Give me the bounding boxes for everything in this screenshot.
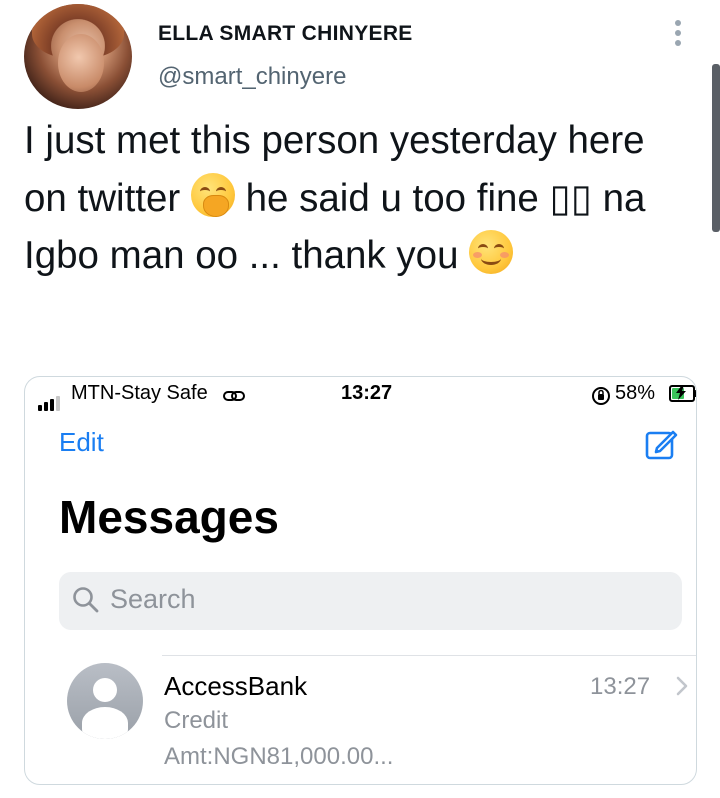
page-title: Messages	[59, 491, 279, 543]
more-options-icon[interactable]	[668, 20, 688, 50]
attached-screenshot[interactable]: MTN-Stay Safe 13:27 58% Edit Messages Se…	[24, 376, 697, 785]
message-time: 13:27	[590, 673, 651, 700]
edit-button[interactable]: Edit	[59, 427, 104, 458]
message-preview-line2: Amt:NGN81,000.00...	[164, 743, 394, 770]
avatar-face	[58, 34, 104, 92]
compose-icon[interactable]	[644, 427, 678, 461]
search-placeholder: Search	[110, 584, 196, 614]
list-divider	[162, 655, 696, 656]
battery-percent: 58%	[615, 382, 656, 404]
orientation-lock-icon	[592, 387, 610, 405]
hand-over-mouth-emoji-icon	[190, 172, 235, 217]
charging-bolt-icon	[676, 385, 686, 400]
chevron-right-icon	[676, 676, 688, 696]
search-input[interactable]: Search	[59, 572, 682, 630]
status-bar: MTN-Stay Safe 13:27 58%	[25, 377, 696, 413]
author-avatar[interactable]	[24, 4, 132, 109]
missing-glyph-boxes: ▯▯	[549, 175, 592, 221]
tweet-text: I just met this person yesterday here on…	[24, 112, 674, 285]
search-icon	[73, 587, 99, 613]
signal-icon	[38, 388, 62, 411]
tweet-text-part2: he said u too fine	[234, 176, 550, 220]
message-sender: AccessBank	[164, 671, 308, 701]
contact-avatar-icon	[67, 663, 143, 739]
scrollbar[interactable]	[712, 64, 720, 232]
battery-icon	[669, 385, 696, 402]
link-icon	[223, 391, 245, 401]
carrier-label: MTN-Stay Safe	[71, 382, 208, 404]
smiling-face-emoji-icon	[469, 230, 514, 274]
message-preview-line1: Credit	[164, 707, 229, 734]
status-time: 13:27	[341, 382, 393, 404]
author-handle[interactable]: @smart_chinyere	[158, 63, 346, 91]
author-name[interactable]: ELLA SMART CHINYERE	[158, 22, 413, 46]
